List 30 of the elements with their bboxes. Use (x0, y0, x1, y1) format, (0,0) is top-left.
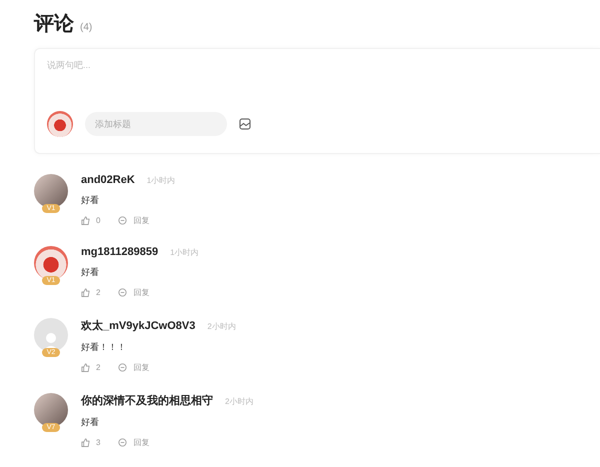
comment-text: 好看 (81, 194, 100, 207)
comment-input-field[interactable]: 说两句吧... 添加标题 (34, 48, 600, 154)
username[interactable]: 你的深情不及我的相思相守 (81, 393, 213, 408)
comments-title: 评论 (34, 12, 74, 37)
thumbs-up-icon[interactable] (81, 438, 90, 447)
like-count: 0 (96, 216, 100, 225)
like-count: 2 (96, 288, 100, 297)
comment-time: 1小时内 (170, 247, 199, 258)
thumbs-up-icon[interactable] (81, 216, 90, 225)
photo-placeholder (47, 111, 73, 137)
comment-text: 好看！！！ (81, 341, 127, 354)
username[interactable]: and02ReK (81, 174, 135, 186)
reply-icon[interactable] (118, 216, 128, 225)
image-icon[interactable] (239, 118, 251, 130)
comment-time: 1小时内 (146, 175, 176, 186)
comment-count: (4) (80, 22, 92, 33)
title-input-field[interactable]: 添加标题 (85, 112, 227, 136)
like-count: 2 (96, 363, 100, 372)
reply-icon[interactable] (118, 438, 128, 447)
thumbs-up-icon[interactable] (81, 288, 90, 297)
username[interactable]: 欢太_mV9ykJCwO8V3 (81, 318, 196, 333)
reply-icon[interactable] (118, 363, 128, 372)
like-count: 3 (96, 438, 100, 447)
thumbs-up-icon[interactable] (81, 363, 90, 372)
comment-text: 好看 (81, 416, 100, 429)
comment-time: 2小时内 (225, 396, 254, 407)
comment-text: 好看 (81, 266, 100, 279)
comment-time: 2小时内 (207, 321, 236, 332)
reply-icon[interactable] (118, 288, 128, 297)
username[interactable]: mg1811289859 (81, 246, 158, 258)
